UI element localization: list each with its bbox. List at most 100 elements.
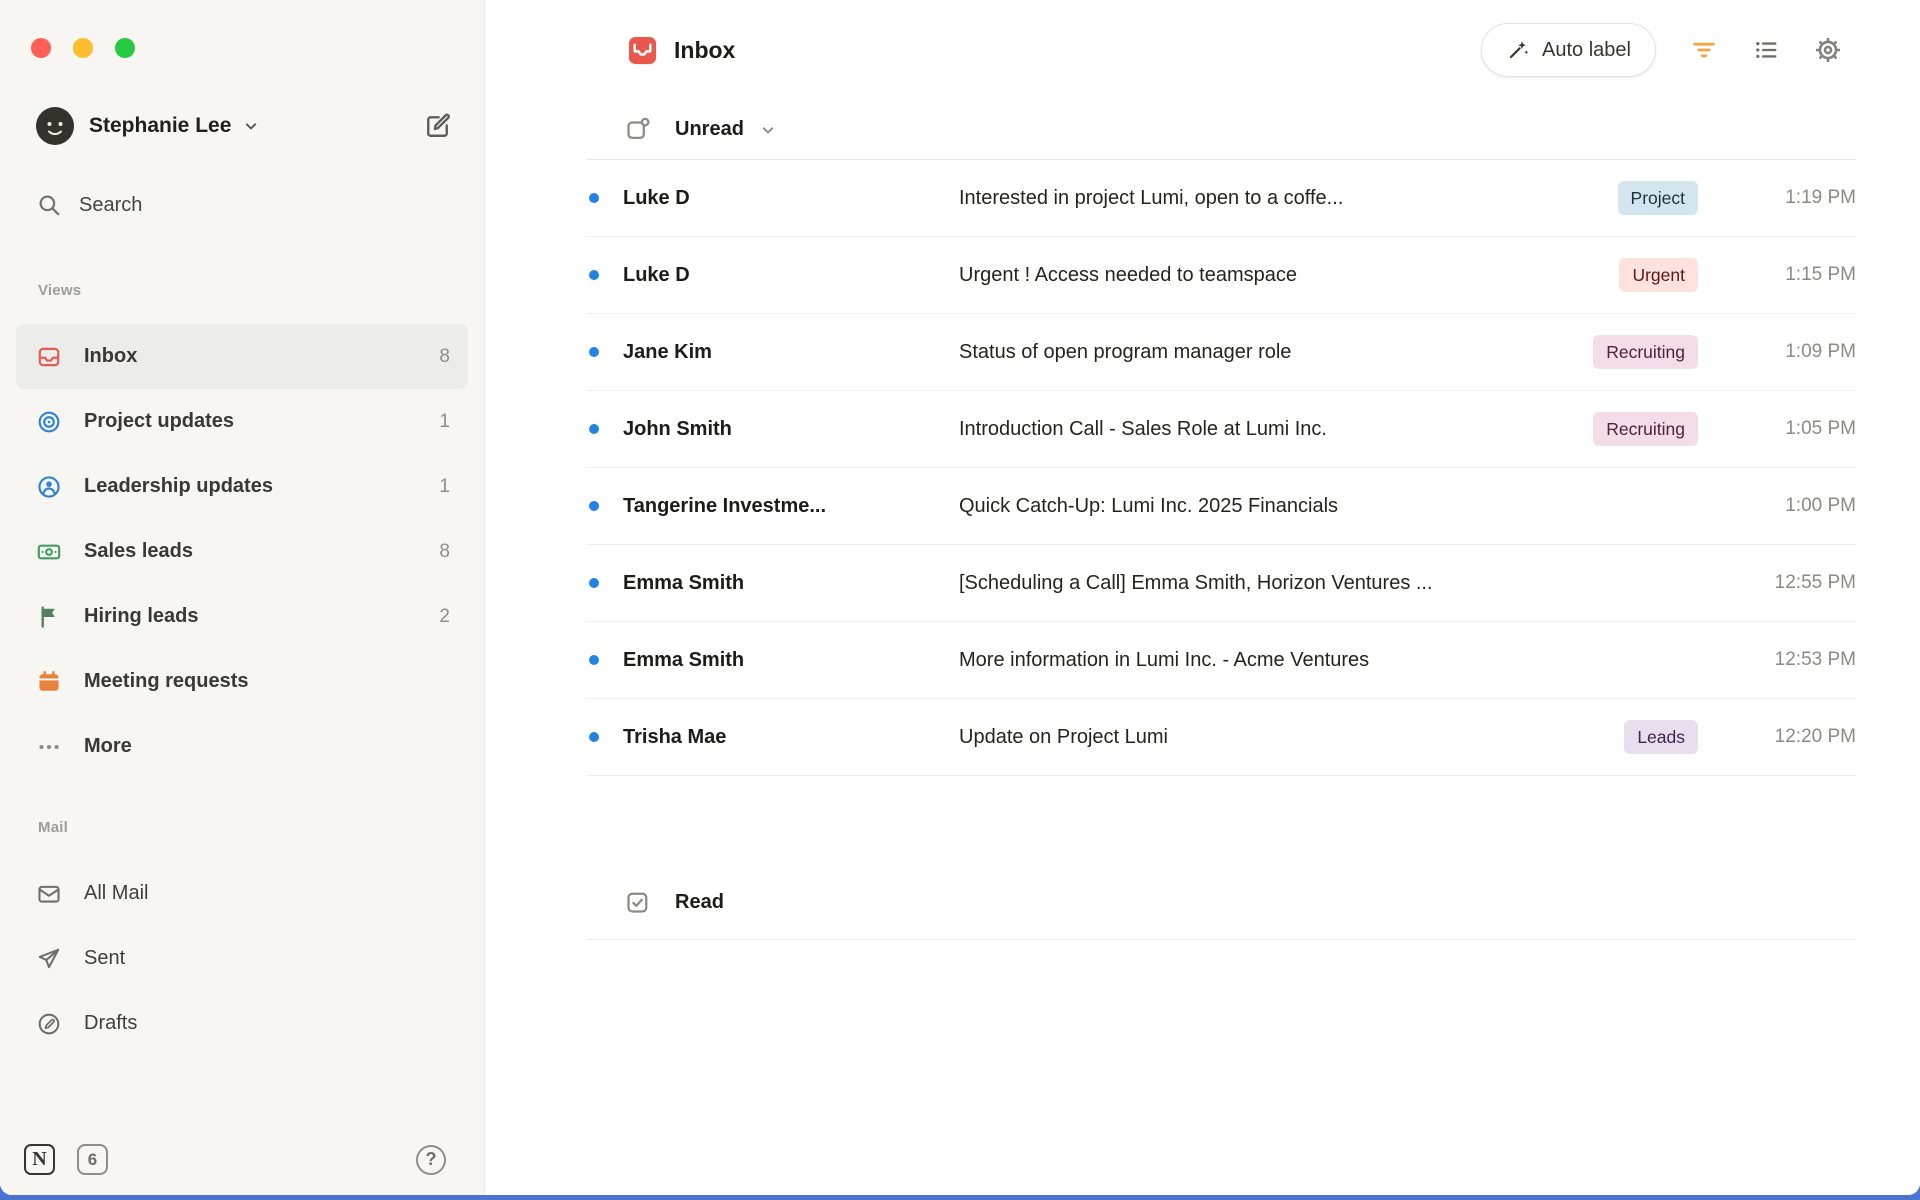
sidebar-item-label: Project updates: [84, 410, 234, 433]
sidebar-item-more[interactable]: More: [16, 714, 468, 779]
read-section-label: Read: [675, 891, 724, 914]
email-subject: [Scheduling a Call] Emma Smith, Horizon …: [959, 572, 1744, 595]
unread-rows: Luke D Interested in project Lumi, open …: [587, 160, 1856, 776]
unread-icon: [624, 116, 651, 143]
email-subject: More information in Lumi Inc. - Acme Ven…: [959, 649, 1744, 672]
sidebar-item-count: 1: [439, 411, 450, 433]
unread-dot-indicator: [589, 655, 599, 665]
unread-dot-indicator: [589, 732, 599, 742]
unread-dot-indicator: [589, 270, 599, 280]
sidebar-item-label: Leadership updates: [84, 475, 273, 498]
sidebar-item-sales-leads[interactable]: Sales leads 8: [16, 519, 468, 584]
email-label-chip: Recruiting: [1593, 335, 1698, 369]
sidebar-item-label: Meeting requests: [84, 670, 248, 693]
email-time: 1:05 PM: [1744, 418, 1856, 440]
email-list: Unread Luke D Interested in project Lumi…: [587, 100, 1856, 940]
email-sender: Emma Smith: [623, 649, 935, 672]
email-label-chip: Project: [1618, 181, 1698, 215]
email-sender: Luke D: [623, 264, 935, 287]
envelope-icon: [36, 881, 62, 907]
target-icon: [36, 409, 62, 435]
email-sender: Tangerine Investme...: [623, 495, 935, 518]
zoom-button[interactable]: [115, 38, 135, 58]
sidebar-item-drafts[interactable]: Drafts: [16, 991, 468, 1056]
help-icon[interactable]: ?: [416, 1145, 446, 1175]
sidebar-item-hiring-leads[interactable]: Hiring leads 2: [16, 584, 468, 649]
sidebar-item-count: 8: [439, 346, 450, 368]
read-section-header[interactable]: Read: [587, 866, 1856, 940]
email-row[interactable]: Emma Smith [Scheduling a Call] Emma Smit…: [587, 545, 1856, 622]
main-content: Inbox Auto label: [485, 0, 1920, 1195]
sidebar-item-project-updates[interactable]: Project updates 1: [16, 389, 468, 454]
email-sender: Emma Smith: [623, 572, 935, 595]
compose-icon[interactable]: [422, 110, 454, 142]
calendar-icon: [36, 669, 62, 695]
header-actions: Auto label: [1481, 23, 1842, 77]
chevron-down-icon: [241, 116, 261, 136]
chevron-down-icon[interactable]: [758, 120, 778, 140]
sidebar-item-sent[interactable]: Sent: [16, 926, 468, 991]
email-subject: Introduction Call - Sales Role at Lumi I…: [959, 418, 1593, 441]
unread-section-label: Unread: [675, 118, 744, 141]
profile-name: Stephanie Lee: [89, 114, 231, 138]
email-row[interactable]: Jane Kim Status of open program manager …: [587, 314, 1856, 391]
sidebar-item-label: Inbox: [84, 345, 137, 368]
sidebar-item-count: 8: [439, 541, 450, 563]
email-time: 1:09 PM: [1744, 341, 1856, 363]
email-label-chip: Recruiting: [1593, 412, 1698, 446]
sidebar: Stephanie Lee Search Views: [0, 0, 485, 1195]
read-checkbox-icon: [624, 889, 651, 916]
filter-icon[interactable]: [1690, 36, 1718, 64]
email-subject: Update on Project Lumi: [959, 726, 1624, 749]
search-button[interactable]: Search: [36, 190, 460, 220]
unread-dot-indicator: [589, 347, 599, 357]
email-row[interactable]: Trisha Mae Update on Project Lumi Leads …: [587, 699, 1856, 776]
email-time: 12:55 PM: [1744, 572, 1856, 594]
mail-section-label: Mail: [38, 819, 460, 841]
paper-plane-icon: [36, 946, 62, 972]
gear-icon[interactable]: [1814, 36, 1842, 64]
ellipsis-icon: [36, 734, 62, 760]
sidebar-item-label: Hiring leads: [84, 605, 198, 628]
unread-dot-indicator: [589, 424, 599, 434]
main-header: Inbox Auto label: [485, 0, 1920, 100]
email-subject: Status of open program manager role: [959, 341, 1593, 364]
flag-icon: [36, 604, 62, 630]
views-nav: Inbox 8 Project updates 1: [16, 324, 468, 779]
count-badge[interactable]: 6: [77, 1144, 108, 1175]
unread-section-header[interactable]: Unread: [587, 100, 1856, 160]
account-switcher[interactable]: Stephanie Lee: [24, 104, 460, 148]
email-subject: Urgent ! Access needed to teamspace: [959, 264, 1619, 287]
email-time: 12:20 PM: [1744, 726, 1856, 748]
email-row[interactable]: Luke D Urgent ! Access needed to teamspa…: [587, 237, 1856, 314]
list-icon[interactable]: [1752, 36, 1780, 64]
email-label-chip: Leads: [1624, 720, 1698, 754]
email-sender: Trisha Mae: [623, 726, 935, 749]
sidebar-item-leadership-updates[interactable]: Leadership updates 1: [16, 454, 468, 519]
email-row[interactable]: Emma Smith More information in Lumi Inc.…: [587, 622, 1856, 699]
search-icon: [36, 192, 62, 218]
auto-label-button[interactable]: Auto label: [1481, 23, 1656, 77]
auto-label-label: Auto label: [1542, 39, 1631, 62]
page-title: Inbox: [674, 37, 735, 64]
banknote-icon: [36, 539, 62, 565]
person-circle-icon: [36, 474, 62, 500]
email-time: 12:53 PM: [1744, 649, 1856, 671]
unread-dot-indicator: [589, 501, 599, 511]
email-row[interactable]: Tangerine Investme... Quick Catch-Up: Lu…: [587, 468, 1856, 545]
sidebar-item-meeting-requests[interactable]: Meeting requests: [16, 649, 468, 714]
sidebar-item-all-mail[interactable]: All Mail: [16, 861, 468, 926]
minimize-button[interactable]: [73, 38, 93, 58]
notion-workspace-badge[interactable]: N: [24, 1144, 55, 1175]
app-window: Stephanie Lee Search Views: [0, 0, 1920, 1195]
email-row[interactable]: Luke D Interested in project Lumi, open …: [587, 160, 1856, 237]
sidebar-item-label: Drafts: [84, 1012, 137, 1035]
sidebar-item-count: 1: [439, 476, 450, 498]
views-section-label: Views: [38, 282, 460, 304]
email-row[interactable]: John Smith Introduction Call - Sales Rol…: [587, 391, 1856, 468]
sidebar-item-inbox[interactable]: Inbox 8: [16, 324, 468, 389]
unread-dot-indicator: [589, 193, 599, 203]
inbox-app-icon: [627, 35, 658, 66]
magic-wand-icon: [1506, 38, 1530, 62]
close-button[interactable]: [31, 38, 51, 58]
